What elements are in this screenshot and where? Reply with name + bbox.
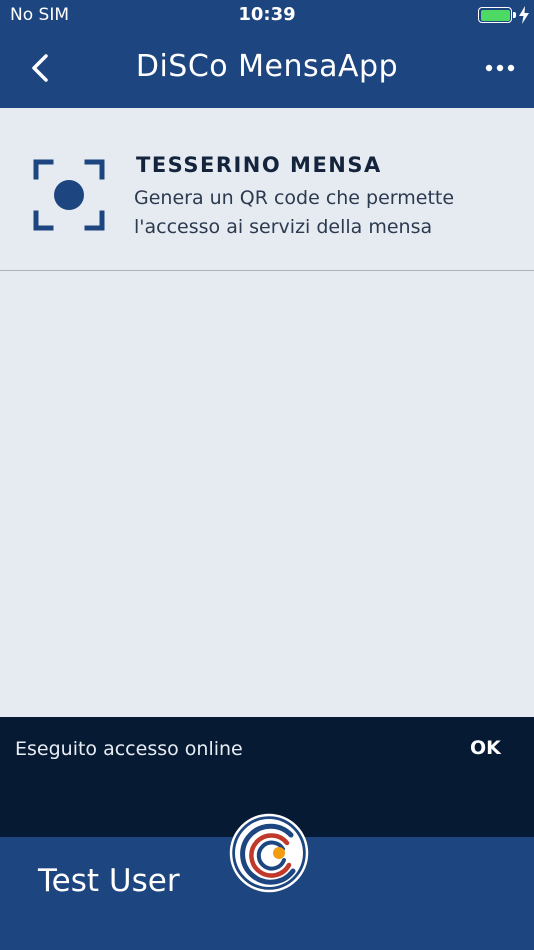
battery-icon [478, 7, 512, 23]
charging-bolt-icon [519, 6, 529, 24]
user-name: Test User [38, 863, 180, 899]
card-description-line: Genera un QR code che permette [134, 187, 455, 209]
card-description: Genera un QR code che permette l'accesso… [134, 184, 514, 242]
battery-level [480, 9, 510, 21]
page-title: DiSCo MensaApp [135, 49, 399, 84]
more-options-button[interactable] [480, 56, 520, 80]
battery-cap [513, 12, 516, 18]
snackbar-message: Eseguito accesso online [15, 738, 243, 760]
tesserino-mensa-item[interactable]: TESSERINO MENSA Genera un QR code che pe… [0, 108, 534, 271]
card-title: TESSERINO MENSA [136, 153, 382, 177]
scan-frame-icon [33, 159, 105, 231]
more-horizontal-icon [485, 64, 515, 72]
nav-bar: DiSCo MensaApp [0, 30, 534, 108]
disco-logo-icon [229, 813, 309, 893]
snackbar-ok-button[interactable]: OK [470, 737, 501, 759]
card-description-line: l'accesso ai servizi della mensa [134, 216, 433, 238]
clock: 10:39 [238, 4, 296, 25]
status-bar: No SIM 10:39 [0, 0, 534, 30]
